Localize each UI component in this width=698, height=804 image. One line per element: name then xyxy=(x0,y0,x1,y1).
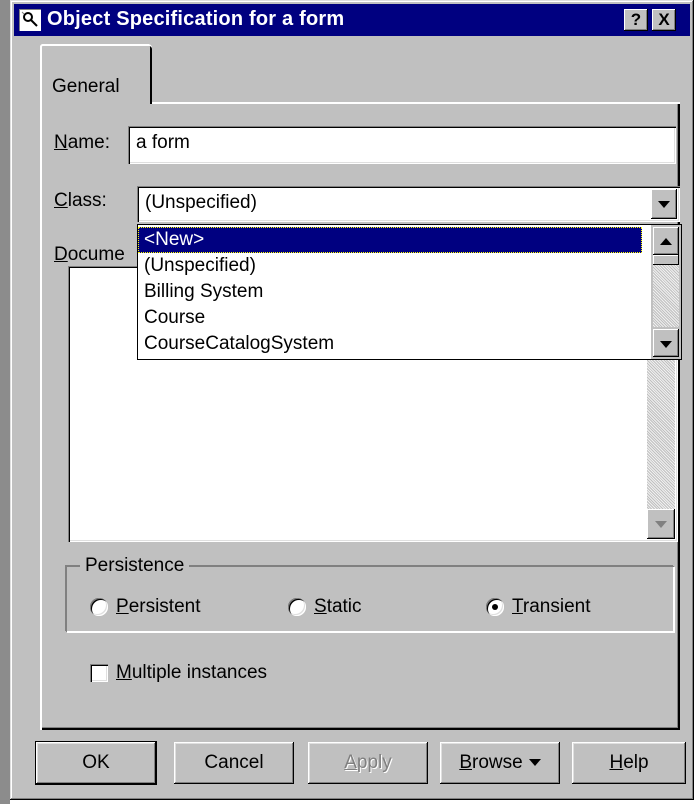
multiple-instances-label[interactable]: Multiple instances xyxy=(116,662,267,684)
chevron-down-icon xyxy=(655,521,667,528)
ok-button[interactable]: OK xyxy=(36,742,156,784)
name-input[interactable]: a form xyxy=(128,126,676,164)
chevron-down-icon xyxy=(660,341,672,348)
window-title: Object Specification for a form xyxy=(47,8,345,30)
help-title-button[interactable]: ? xyxy=(624,9,648,31)
list-scroll-thumb[interactable] xyxy=(653,255,679,265)
documentation-label: Docume xyxy=(54,244,125,265)
title-bar[interactable]: Object Specification for a form ? X xyxy=(14,4,690,36)
chevron-up-icon xyxy=(660,238,672,245)
question-mark-icon: ? xyxy=(630,10,642,29)
tab-general-label: General xyxy=(52,76,120,97)
chevron-down-icon xyxy=(528,759,541,767)
class-list-scrollbar[interactable] xyxy=(651,225,681,359)
radio-transient[interactable] xyxy=(486,598,504,616)
list-scroll-track[interactable] xyxy=(653,265,679,327)
tab-general[interactable]: General xyxy=(40,44,152,104)
magnifier-icon xyxy=(19,9,41,31)
chevron-down-icon xyxy=(658,201,670,208)
close-icon: X xyxy=(658,10,670,29)
multiple-instances-checkbox[interactable] xyxy=(90,664,108,682)
class-combobox[interactable]: (Unspecified) xyxy=(137,186,680,222)
list-scroll-down-button[interactable] xyxy=(653,329,679,357)
radio-persistent[interactable] xyxy=(90,598,108,616)
object-specification-dialog: Object Specification for a form ? X Gene… xyxy=(10,0,694,800)
class-dropdown-list[interactable]: <New> (Unspecified) Billing System Cours… xyxy=(137,224,682,360)
class-option-new[interactable]: <New> xyxy=(138,227,642,253)
radio-selected-dot xyxy=(492,604,498,610)
radio-static-label[interactable]: Static xyxy=(314,596,362,618)
browse-button[interactable]: Browse xyxy=(440,742,560,784)
class-label: Class: xyxy=(54,190,107,211)
apply-button[interactable]: Apply xyxy=(308,742,428,784)
class-option-billing-system[interactable]: Billing System xyxy=(138,279,642,305)
name-label: Name: xyxy=(54,132,110,153)
class-dropdown-button[interactable] xyxy=(651,189,677,219)
radio-persistent-label[interactable]: Persistent xyxy=(116,596,201,618)
radio-static[interactable] xyxy=(288,598,306,616)
class-option-coursecatalogsystem[interactable]: CourseCatalogSystem xyxy=(138,331,642,357)
class-option-unspecified[interactable]: (Unspecified) xyxy=(138,253,642,279)
doc-scroll-down-button[interactable] xyxy=(647,509,675,539)
list-scroll-up-button[interactable] xyxy=(653,227,679,255)
cancel-button[interactable]: Cancel xyxy=(174,742,294,784)
class-option-course[interactable]: Course xyxy=(138,305,642,331)
help-button[interactable]: Help xyxy=(572,742,686,784)
radio-transient-label[interactable]: Transient xyxy=(512,596,591,618)
close-title-button[interactable]: X xyxy=(652,9,676,31)
desktop-background xyxy=(0,0,10,804)
persistence-group-title: Persistence xyxy=(80,555,190,577)
